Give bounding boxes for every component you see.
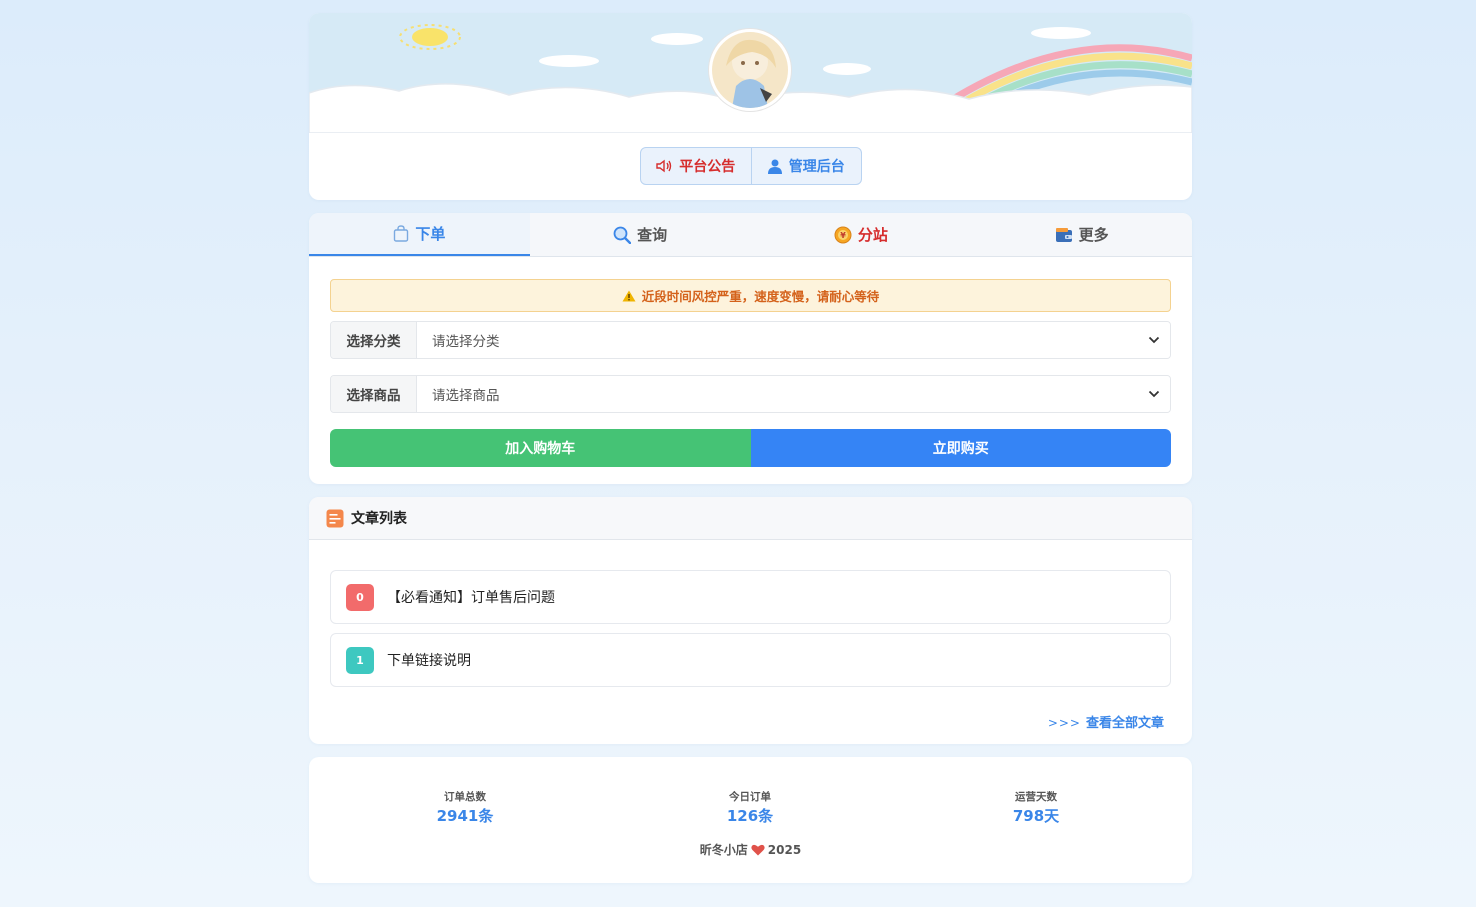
product-select-value: 请选择商品	[432, 388, 500, 404]
shop-name: 昕冬小店	[699, 843, 748, 857]
article-index-badge: 0	[346, 583, 374, 611]
stat-operating-days-label: 运营天数	[1015, 791, 1057, 803]
avatar-illustration-icon	[712, 32, 788, 108]
platform-notice-button[interactable]: 平台公告	[641, 148, 751, 184]
banner	[309, 13, 1192, 133]
category-select-value: 请选择分类	[432, 334, 500, 350]
tab-order[interactable]: 下单	[309, 213, 530, 256]
tab-substation[interactable]: ¥ 分站	[751, 213, 972, 256]
wallet-icon	[1055, 227, 1072, 242]
stat-total-orders: 订单总数 2941条	[365, 789, 565, 826]
article-list-title: 文章列表	[351, 511, 407, 527]
user-icon	[767, 159, 782, 174]
admin-panel-button[interactable]: 管理后台	[750, 148, 862, 184]
tab-more[interactable]: 更多	[971, 213, 1192, 256]
category-label: 选择分类	[331, 322, 417, 358]
stats-card: 订单总数 2941条 今日订单 126条 运营天数 798天 昕冬小店 2025	[309, 757, 1192, 883]
article-item[interactable]: 0 【必看通知】订单售后问题	[330, 570, 1171, 624]
view-all-articles-label: 查看全部文章	[1085, 716, 1164, 731]
stat-total-orders-value: 2941条	[436, 807, 494, 825]
tab-more-label: 更多	[1078, 226, 1109, 244]
view-all-articles-link[interactable]: >>> 查看全部文章	[1048, 712, 1164, 731]
platform-notice-label: 平台公告	[679, 159, 736, 175]
buy-now-button[interactable]: 立即购买	[750, 429, 1171, 467]
shopping-bag-icon	[394, 225, 409, 242]
tab-query[interactable]: 查询	[530, 213, 751, 256]
chevron-down-icon	[1148, 390, 1160, 398]
article-title: 下单链接说明	[387, 653, 471, 669]
article-index-badge: 1	[346, 646, 374, 674]
article-list: 0 【必看通知】订单售后问题 1 下单链接说明	[309, 540, 1192, 687]
footer: 昕冬小店 2025	[309, 841, 1192, 858]
stat-total-orders-label: 订单总数	[444, 791, 486, 803]
product-field: 选择商品 请选择商品	[330, 375, 1171, 413]
sun-illustration	[399, 24, 461, 50]
footer-year: 2025	[767, 842, 802, 857]
risk-warning-text: 近段时间风控严重，速度变慢，请耐心等待	[641, 289, 880, 304]
category-select[interactable]: 请选择分类	[417, 322, 1170, 358]
stat-today-orders-label: 今日订单	[729, 791, 771, 803]
article-title: 【必看通知】订单售后问题	[387, 590, 555, 606]
svg-text:¥: ¥	[840, 231, 846, 240]
header-card: 平台公告 管理后台	[309, 13, 1192, 200]
coin-icon: ¥	[834, 226, 852, 243]
heart-icon	[751, 844, 765, 855]
order-card: 下单 查询 ¥ 分站 更多 近段时间风控严重，速度变慢，请耐心等待 选择分类 请…	[309, 213, 1192, 484]
search-icon	[613, 226, 632, 244]
stat-operating-days: 运营天数 798天	[936, 789, 1136, 826]
main-tabs: 下单 查询 ¥ 分站 更多	[309, 213, 1192, 257]
article-list-header: 文章列表	[309, 497, 1192, 540]
tab-query-label: 查询	[637, 226, 668, 244]
document-icon	[326, 509, 344, 527]
admin-panel-label: 管理后台	[788, 159, 845, 175]
stat-today-orders-value: 126条	[726, 807, 774, 825]
product-select[interactable]: 请选择商品	[417, 376, 1170, 412]
stat-operating-days-value: 798天	[1012, 807, 1060, 825]
order-actions: 加入购物车 立即购买	[330, 429, 1171, 467]
more-arrows: >>>	[1047, 716, 1081, 730]
product-label: 选择商品	[331, 376, 417, 412]
tab-substation-label: 分站	[857, 226, 888, 244]
article-item[interactable]: 1 下单链接说明	[330, 633, 1171, 687]
article-list-card: 文章列表 0 【必看通知】订单售后问题 1 下单链接说明 >>> 查看全部文章	[309, 497, 1192, 744]
stat-today-orders: 今日订单 126条	[650, 789, 850, 826]
warning-icon	[622, 290, 636, 301]
risk-warning-alert: 近段时间风控严重，速度变慢，请耐心等待	[330, 279, 1171, 312]
avatar[interactable]	[709, 29, 791, 111]
category-field: 选择分类 请选择分类	[330, 321, 1171, 359]
header-button-group: 平台公告 管理后台	[640, 147, 862, 185]
speaker-icon	[656, 159, 672, 173]
chevron-down-icon	[1148, 336, 1160, 344]
add-to-cart-button[interactable]: 加入购物车	[330, 429, 751, 467]
tab-order-label: 下单	[415, 225, 446, 243]
